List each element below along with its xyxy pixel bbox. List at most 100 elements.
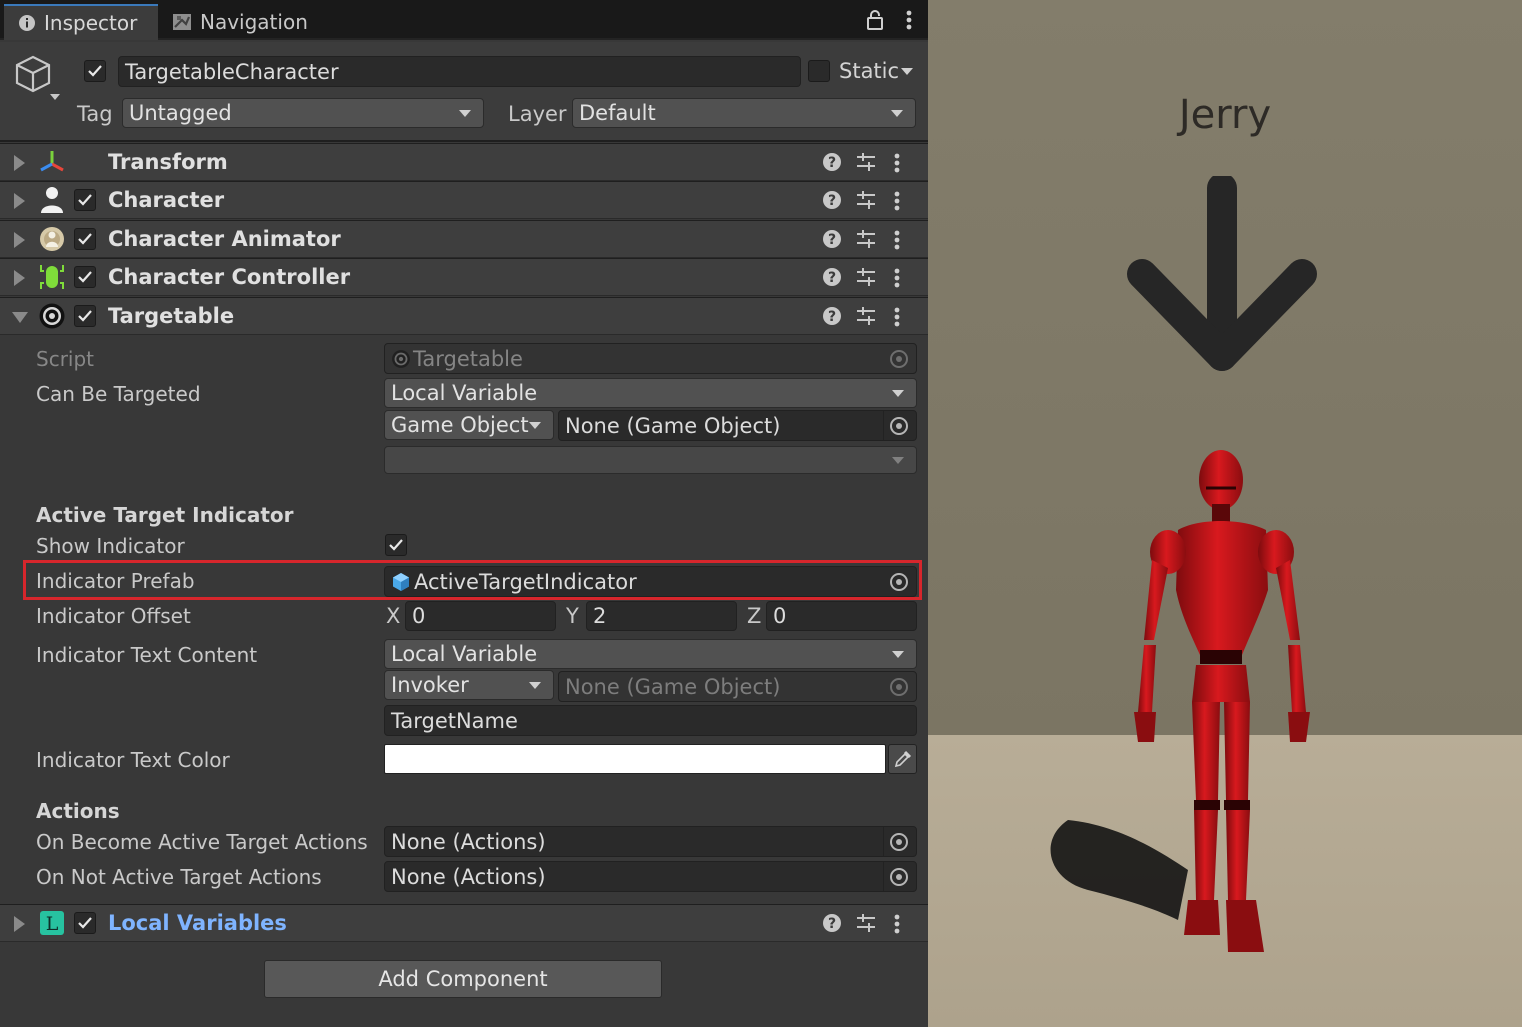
more-options-icon[interactable] (894, 267, 900, 289)
object-picker-icon (890, 349, 908, 368)
can-be-targeted-source-value: Local Variable (391, 381, 538, 405)
help-icon[interactable]: ? (822, 306, 842, 326)
object-picker-icon (890, 677, 908, 696)
can-be-targeted-target-value: Game Object (391, 413, 529, 437)
gameobject-name-field[interactable]: TargetableCharacter (118, 56, 801, 87)
character-model[interactable] (1028, 440, 1328, 980)
static-checkbox[interactable] (808, 60, 830, 82)
character-name-label: Jerry (1178, 92, 1272, 138)
offset-y-label[interactable]: Y (566, 604, 579, 628)
component-targetable[interactable]: Targetable ? (0, 297, 928, 335)
object-picker-icon[interactable] (890, 832, 908, 851)
animator-icon (38, 225, 66, 253)
component-local-variables[interactable]: L Local Variables ? (0, 904, 928, 942)
component-enabled-checkbox[interactable] (74, 266, 96, 288)
character-icon (38, 186, 66, 214)
lock-icon[interactable] (866, 9, 884, 31)
presets-icon[interactable] (856, 306, 876, 326)
text-content-target-value: Invoker (391, 673, 469, 697)
indicator-text-color-label: Indicator Text Color (36, 748, 230, 772)
offset-x-field[interactable]: 0 (405, 601, 556, 631)
on-not-active-field[interactable]: None (Actions) (384, 861, 917, 892)
can-be-targeted-object-value: None (Game Object) (565, 413, 781, 438)
more-options-icon[interactable] (894, 190, 900, 212)
help-icon[interactable]: ? (822, 913, 842, 933)
foldout-arrow-icon[interactable] (14, 232, 25, 248)
target-icon (38, 302, 66, 330)
more-options-icon[interactable] (894, 913, 900, 935)
text-content-variable-field[interactable]: TargetName (384, 705, 917, 736)
on-become-active-field[interactable]: None (Actions) (384, 826, 917, 857)
can-be-targeted-source-dropdown[interactable]: Local Variable (384, 378, 917, 408)
presets-icon[interactable] (856, 152, 876, 172)
help-icon[interactable]: ? (822, 229, 842, 249)
tab-inspector[interactable]: Inspector (4, 4, 158, 40)
target-icon (392, 349, 410, 368)
help-icon[interactable]: ? (822, 267, 842, 287)
presets-icon[interactable] (856, 913, 876, 933)
divider (883, 411, 884, 440)
foldout-arrow-icon[interactable] (14, 193, 25, 209)
more-options-icon[interactable] (894, 306, 900, 328)
object-picker-icon[interactable] (890, 867, 908, 886)
component-character-controller[interactable]: Character Controller ? (0, 258, 928, 296)
svg-text:?: ? (828, 270, 836, 286)
tag-dropdown[interactable]: Untagged (122, 98, 484, 128)
component-enabled-checkbox[interactable] (74, 305, 96, 327)
chevron-down-icon (892, 390, 904, 397)
svg-text:?: ? (828, 155, 836, 171)
checkmark-icon (389, 539, 403, 551)
tab-navigation[interactable]: Navigation (158, 4, 328, 40)
layer-dropdown[interactable]: Default (572, 98, 916, 128)
help-icon[interactable]: ? (822, 152, 842, 172)
foldout-arrow-icon[interactable] (14, 916, 25, 932)
text-content-target-dropdown[interactable]: Invoker (384, 670, 554, 700)
tab-bar: Inspector Navigation (0, 0, 928, 40)
down-arrow-indicator-icon (1127, 176, 1317, 371)
tab-menu-icon[interactable] (906, 9, 912, 31)
offset-y-field[interactable]: 2 (586, 601, 737, 631)
offset-z-label[interactable]: Z (747, 604, 761, 628)
foldout-arrow-icon[interactable] (14, 270, 25, 286)
on-become-active-value: None (Actions) (391, 829, 546, 854)
foldout-arrow-icon[interactable] (12, 312, 28, 323)
foldout-arrow-icon[interactable] (14, 155, 25, 171)
component-title: Character (108, 188, 225, 212)
checkmark-icon (78, 233, 92, 245)
scene-view[interactable]: Jerry (928, 0, 1522, 1027)
show-indicator-checkbox[interactable] (385, 534, 407, 556)
static-label[interactable]: Static (839, 59, 899, 83)
component-enabled-checkbox[interactable] (74, 228, 96, 250)
presets-icon[interactable] (856, 267, 876, 287)
can-be-targeted-target-dropdown[interactable]: Game Object (384, 410, 554, 440)
text-color-swatch[interactable] (384, 744, 886, 774)
can-be-targeted-object-field[interactable]: None (Game Object) (558, 410, 917, 441)
component-character[interactable]: Character ? (0, 181, 928, 219)
info-icon (19, 15, 35, 31)
offset-z-field[interactable]: 0 (766, 601, 917, 631)
layer-label: Layer (508, 102, 567, 126)
chevron-down-icon (529, 682, 541, 689)
presets-icon[interactable] (856, 190, 876, 210)
more-options-icon[interactable] (894, 229, 900, 251)
help-icon[interactable]: ? (822, 190, 842, 210)
eyedropper-button[interactable] (888, 744, 917, 774)
text-content-source-dropdown[interactable]: Local Variable (384, 639, 917, 669)
gameobject-icon[interactable] (14, 54, 60, 104)
show-indicator-label: Show Indicator (36, 534, 185, 558)
divider (883, 862, 884, 891)
component-title: Character Controller (108, 265, 351, 289)
more-options-icon[interactable] (894, 152, 900, 174)
object-picker-icon[interactable] (890, 416, 908, 435)
component-enabled-checkbox[interactable] (74, 912, 96, 934)
offset-x-label[interactable]: X (386, 604, 400, 628)
add-component-button[interactable]: Add Component (264, 960, 662, 998)
tag-value: Untagged (129, 101, 232, 125)
can-be-targeted-variable-dropdown[interactable] (384, 446, 917, 474)
component-transform[interactable]: Transform ? (0, 143, 928, 181)
active-checkbox[interactable] (84, 60, 106, 82)
presets-icon[interactable] (856, 229, 876, 249)
static-dropdown-arrow-icon[interactable] (901, 68, 913, 75)
component-character-animator[interactable]: Character Animator ? (0, 220, 928, 258)
component-enabled-checkbox[interactable] (74, 189, 96, 211)
